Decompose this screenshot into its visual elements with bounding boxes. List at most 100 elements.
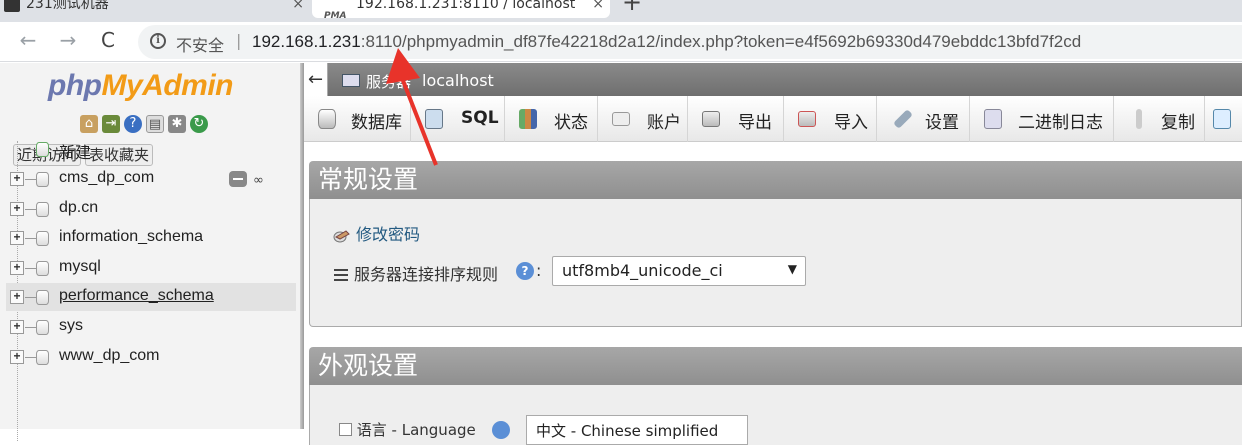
help-icon[interactable] <box>492 421 510 439</box>
new-database-item[interactable]: 新建 <box>6 135 296 163</box>
close-tab-icon[interactable]: × <box>592 0 604 18</box>
server-breadcrumb: ← 服务器 localhost <box>304 63 1242 96</box>
tree-connector <box>25 357 36 358</box>
db-label[interactable]: cms_dp_com <box>59 169 154 187</box>
collation-row: 服务器连接排序规则 <box>334 261 498 285</box>
expand-icon[interactable]: + <box>10 231 24 245</box>
gear-icon[interactable]: ✱ <box>168 115 186 133</box>
database-item-mysql[interactable]: + mysql <box>6 254 296 282</box>
collapse-nav-button[interactable]: ← <box>304 63 328 96</box>
password-icon <box>332 227 352 245</box>
new-database-icon <box>36 142 49 157</box>
tab-databases[interactable]: 数据库 <box>304 96 411 142</box>
tab-title: 231测试机器 <box>26 0 109 12</box>
list-icon <box>334 269 348 281</box>
database-item-dp-cn[interactable]: + dp.cn <box>6 195 296 223</box>
back-button[interactable]: ← <box>14 28 42 52</box>
db-label[interactable]: performance_schema <box>59 287 214 305</box>
binlog-icon <box>984 109 1002 129</box>
server-host-link[interactable]: localhost <box>422 71 494 90</box>
db-label[interactable]: sys <box>59 317 83 335</box>
browser-tab-1[interactable]: 231测试机器 × <box>0 0 310 18</box>
appearance-settings-title: 外观设置 <box>309 347 1242 385</box>
server-label: 服务器 <box>366 73 412 91</box>
help-icon[interactable]: ? <box>124 115 142 133</box>
expand-icon[interactable]: + <box>10 350 24 364</box>
tree-connector <box>25 179 36 180</box>
tab-status[interactable]: 状态 <box>505 96 598 142</box>
forward-button[interactable]: → <box>54 28 82 52</box>
change-password-label[interactable]: 修改密码 <box>356 225 420 244</box>
more-tab-icon <box>1213 109 1231 129</box>
tab-export[interactable]: 导出 <box>688 96 784 142</box>
tab-title: 192.168.1.231:8110 / localhost <box>356 0 576 12</box>
help-icon[interactable]: ? <box>516 262 534 280</box>
phpmyadmin-logo[interactable]: phpMyAdmin <box>48 69 233 103</box>
tab-sql[interactable]: SQL <box>411 96 505 142</box>
tab-settings[interactable]: 设置 <box>877 96 970 142</box>
tab-accounts[interactable]: 账户 <box>598 96 688 142</box>
db-label[interactable]: www_dp_com <box>59 347 159 365</box>
url-input[interactable]: i 不安全 | 192.168.1.231:8110/phpmyadmin_df… <box>138 25 1242 59</box>
language-label: 语言 - Language <box>356 421 476 439</box>
db-label[interactable]: 新建 <box>59 139 91 163</box>
browser-tab-strip: 231测试机器 × PMA 192.168.1.231:8110 / local… <box>0 0 1242 22</box>
tree-connector <box>25 327 36 328</box>
logo-myadmin: MyAdmin <box>101 69 233 102</box>
general-settings-title: 常规设置 <box>309 161 1242 199</box>
database-item-cms_dp_com[interactable]: + cms_dp_com <box>6 165 296 193</box>
top-menu: 数据库 SQL 状态 账户 导出 导入 设置 二进制日志 复制 <box>304 96 1242 142</box>
database-item-information_schema[interactable]: + information_schema <box>6 224 296 252</box>
info-icon[interactable]: i <box>150 33 166 49</box>
home-icon[interactable]: ⌂ <box>80 115 98 133</box>
sql-icon <box>425 109 443 129</box>
close-tab-icon[interactable]: × <box>292 0 304 18</box>
database-icon <box>36 261 49 276</box>
db-label[interactable]: dp.cn <box>59 199 98 217</box>
database-item-sys[interactable]: + sys <box>6 313 296 341</box>
url-host: 192.168.1.231 <box>252 32 361 51</box>
export-icon <box>702 111 720 127</box>
pma-favicon-icon: PMA <box>324 11 347 21</box>
tab-label: 状态 <box>554 113 588 133</box>
language-select[interactable]: 中文 - Chinese simplified <box>526 415 748 445</box>
reload-nav-icon[interactable]: ↻ <box>190 115 208 133</box>
url-text[interactable]: 192.168.1.231:8110/phpmyadmin_df87fe4221… <box>252 32 1081 52</box>
tab-more[interactable] <box>1205 96 1242 142</box>
change-password-link[interactable]: 修改密码 <box>332 221 420 245</box>
reload-button[interactable]: C <box>94 28 122 52</box>
expand-icon[interactable]: + <box>10 290 24 304</box>
expand-icon[interactable]: + <box>10 261 24 275</box>
status-icon <box>519 109 537 129</box>
terminal-favicon-icon <box>4 0 20 12</box>
database-item-www_dp_com[interactable]: + www_dp_com <box>6 343 296 371</box>
database-icon <box>36 172 49 187</box>
tab-label: 二进制日志 <box>1018 113 1103 133</box>
database-icon <box>36 320 49 335</box>
expand-icon[interactable]: + <box>10 320 24 334</box>
collation-select[interactable]: utf8mb4_unicode_ci ▼ <box>552 256 806 286</box>
tab-replication[interactable]: 复制 <box>1114 96 1205 142</box>
db-label[interactable]: mysql <box>59 258 101 276</box>
language-row: 语言 - Language <box>339 419 476 440</box>
expand-icon[interactable]: + <box>10 172 24 186</box>
expand-icon[interactable]: + <box>10 202 24 216</box>
database-icon <box>36 202 49 217</box>
tab-label: 复制 <box>1161 113 1195 133</box>
tab-label: 账户 <box>647 113 681 133</box>
browser-tab-2[interactable]: PMA 192.168.1.231:8110 / localhost × <box>312 0 610 21</box>
new-tab-button[interactable]: + <box>622 0 642 16</box>
db-label[interactable]: information_schema <box>59 228 203 246</box>
replication-icon <box>1136 109 1142 129</box>
database-item-performance_schema[interactable]: + performance_schema <box>6 283 296 311</box>
logout-icon[interactable]: ⇥ <box>102 115 120 133</box>
tab-binary-log[interactable]: 二进制日志 <box>970 96 1114 142</box>
tab-import[interactable]: 导入 <box>784 96 877 142</box>
accounts-icon <box>612 112 630 126</box>
security-label[interactable]: 不安全 <box>176 32 224 56</box>
colon: : <box>536 261 542 280</box>
nav-icon-bar: ⌂ ⇥ ? ▤ ✱ ↻ <box>80 115 208 133</box>
docs-icon[interactable]: ▤ <box>146 115 164 133</box>
tab-label: 导出 <box>738 113 772 133</box>
tab-label: 设置 <box>925 113 959 133</box>
